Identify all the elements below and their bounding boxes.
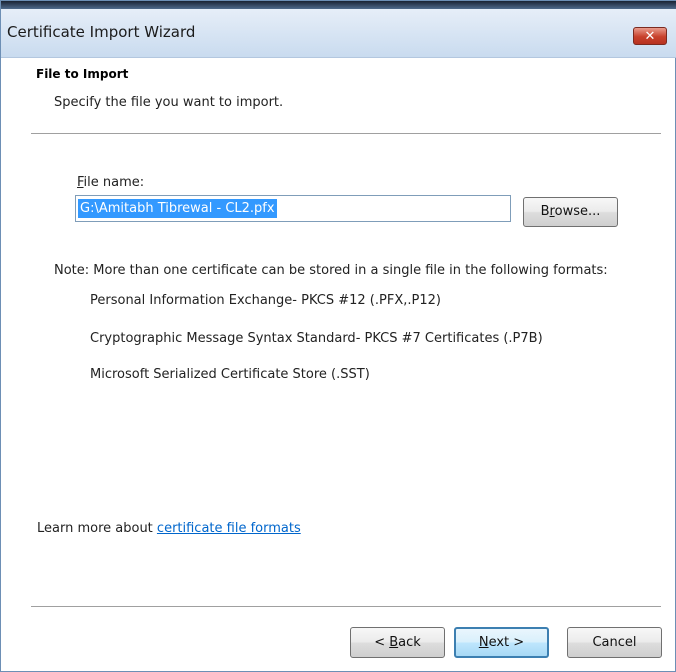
learn-more-prefix: Learn more about — [37, 521, 157, 536]
browse-label-pre: B — [540, 204, 550, 219]
page-subtitle: Specify the file you want to import. — [54, 95, 284, 110]
next-label-mnemonic: N — [478, 635, 489, 650]
cancel-button[interactable]: Cancel — [567, 627, 662, 658]
window-title: Certificate Import Wizard — [7, 23, 196, 41]
back-label-post: ack — [398, 635, 421, 650]
formats-note: Note: More than one certificate can be s… — [54, 263, 608, 278]
format-item-sst: Microsoft Serialized Certificate Store (… — [90, 367, 370, 382]
back-label-mnemonic: B — [389, 635, 399, 650]
header-divider — [31, 133, 661, 134]
title-bar: Certificate Import Wizard ✕ — [1, 9, 676, 58]
file-name-label-text: ile name: — [83, 175, 145, 190]
format-item-p7b: Cryptographic Message Syntax Standard- P… — [90, 331, 543, 346]
certificate-file-formats-link[interactable]: certificate file formats — [157, 521, 301, 536]
back-button[interactable]: < Back — [350, 627, 445, 658]
file-name-label: File name: — [77, 175, 144, 190]
back-label-pre: < — [374, 635, 390, 650]
next-label-post: ext > — [488, 635, 525, 650]
browse-button[interactable]: Browse... — [523, 197, 618, 227]
close-icon: ✕ — [644, 29, 656, 44]
page-title: File to Import — [36, 67, 129, 81]
file-name-value[interactable]: G:\Amitabh Tibrewal - CL2.pfx — [78, 199, 277, 218]
browse-label-post: owse... — [554, 204, 601, 219]
footer-divider — [31, 606, 661, 607]
close-button[interactable]: ✕ — [633, 27, 667, 45]
format-item-pfx: Personal Information Exchange- PKCS #12 … — [90, 293, 441, 308]
file-name-input[interactable]: G:\Amitabh Tibrewal - CL2.pfx — [75, 195, 511, 222]
window-top-edge — [1, 1, 676, 9]
next-button[interactable]: Next > — [454, 627, 549, 658]
learn-more-text: Learn more about certificate file format… — [37, 521, 301, 536]
certificate-import-wizard-window: Certificate Import Wizard ✕ File to Impo… — [0, 0, 676, 672]
